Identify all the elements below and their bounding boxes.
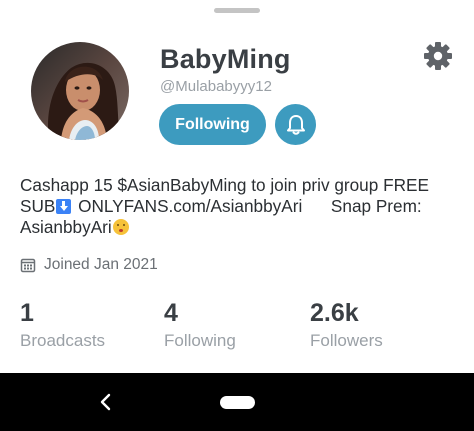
bio-line-1: Cashapp 15 $AsianBabyMing to join priv g… bbox=[20, 175, 429, 195]
joined-date: Joined Jan 2021 bbox=[20, 254, 158, 276]
bio-text: ONLYFANS.com/AsianbbyAri Snap Prem: bbox=[73, 196, 422, 216]
settings-button[interactable] bbox=[422, 40, 454, 72]
system-navigation-bar bbox=[0, 373, 474, 431]
profile-sheet: BabyMing @Mulababyyy12 Following Cashapp… bbox=[0, 0, 474, 373]
bio-text: AsianbbyAri bbox=[20, 217, 112, 237]
profile-bio: Cashapp 15 $AsianBabyMing to join priv g… bbox=[20, 175, 460, 238]
stat-broadcasts[interactable]: 1 Broadcasts bbox=[20, 298, 105, 352]
stat-value: 4 bbox=[164, 299, 178, 327]
avatar[interactable] bbox=[31, 42, 129, 140]
avatar-image bbox=[31, 42, 129, 140]
stat-followers[interactable]: 2.6k Followers bbox=[310, 298, 383, 352]
following-button[interactable]: Following bbox=[159, 104, 266, 145]
stat-label: Broadcasts bbox=[20, 331, 106, 350]
bio-text: SUB bbox=[20, 196, 56, 216]
bio-line-2: SUB ONLYFANS.com/AsianbbyAri Snap Prem: bbox=[20, 196, 460, 217]
bell-icon bbox=[286, 114, 305, 135]
home-pill-button[interactable] bbox=[220, 396, 255, 409]
stat-label: Followers bbox=[310, 331, 383, 350]
calendar-icon bbox=[20, 258, 36, 273]
stat-following[interactable]: 4 Following bbox=[164, 298, 236, 352]
down-arrow-emoji-icon bbox=[56, 199, 72, 214]
bio-line-3: AsianbbyAri bbox=[20, 217, 460, 238]
username-handle: @Mulababyyy12 bbox=[160, 78, 272, 95]
display-name: BabyMing bbox=[160, 44, 291, 74]
stat-label: Following bbox=[164, 331, 236, 350]
stat-value: 1 bbox=[20, 299, 34, 327]
gear-icon bbox=[424, 42, 452, 70]
stat-value: 2.6k bbox=[310, 299, 359, 327]
back-icon[interactable] bbox=[98, 392, 114, 412]
drag-handle[interactable] bbox=[214, 8, 260, 13]
shushing-face-emoji-icon bbox=[112, 219, 129, 235]
joined-label: Joined Jan 2021 bbox=[44, 256, 158, 273]
notifications-button[interactable] bbox=[275, 104, 316, 145]
